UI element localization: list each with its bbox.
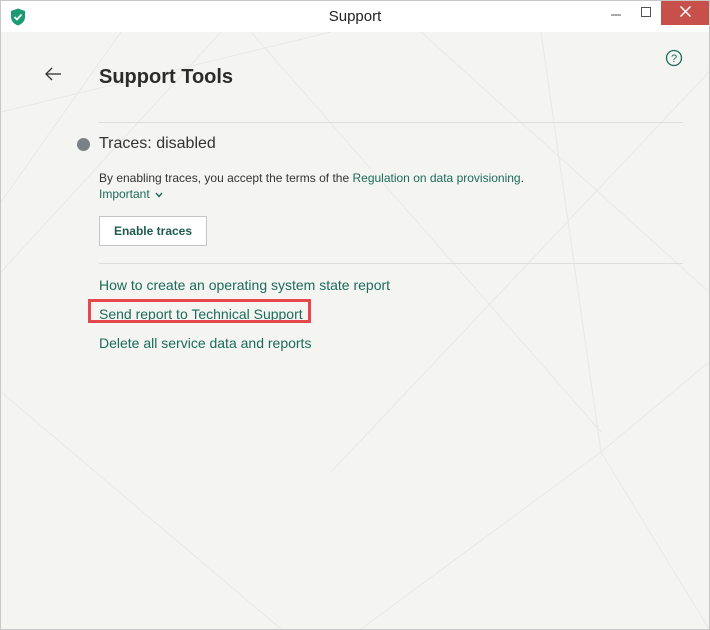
content-area: ? Support Tools Traces: disabled By enab…	[1, 32, 709, 629]
divider	[99, 263, 683, 264]
title-bar: Support	[1, 1, 709, 32]
close-button[interactable]	[661, 1, 709, 25]
status-indicator	[77, 138, 90, 151]
enable-traces-button[interactable]: Enable traces	[99, 216, 207, 246]
minimize-button[interactable]	[601, 1, 631, 25]
terms-text: By enabling traces, you accept the terms…	[99, 171, 353, 185]
terms-suffix: .	[520, 171, 524, 185]
traces-terms: By enabling traces, you accept the terms…	[99, 171, 524, 185]
traces-status: Traces: disabled	[99, 135, 216, 152]
important-toggle[interactable]: Important	[99, 187, 163, 201]
help-icon[interactable]: ?	[665, 49, 683, 67]
app-window: Support ? Support Tools Traces: disabled…	[0, 0, 710, 630]
back-arrow-icon[interactable]	[43, 66, 63, 82]
delete-service-data-link[interactable]: Delete all service data and reports	[99, 335, 311, 351]
close-icon	[679, 4, 691, 22]
minimize-icon	[611, 4, 621, 22]
maximize-icon	[641, 4, 651, 22]
important-label: Important	[99, 187, 150, 201]
chevron-down-icon	[153, 187, 163, 201]
page-title: Support Tools	[99, 66, 234, 88]
highlight-box	[88, 299, 311, 323]
os-state-report-link[interactable]: How to create an operating system state …	[99, 277, 390, 293]
divider	[99, 122, 683, 123]
regulation-link[interactable]: Regulation on data provisioning	[352, 171, 520, 185]
svg-text:?: ?	[671, 53, 677, 65]
maximize-button[interactable]	[631, 1, 661, 25]
